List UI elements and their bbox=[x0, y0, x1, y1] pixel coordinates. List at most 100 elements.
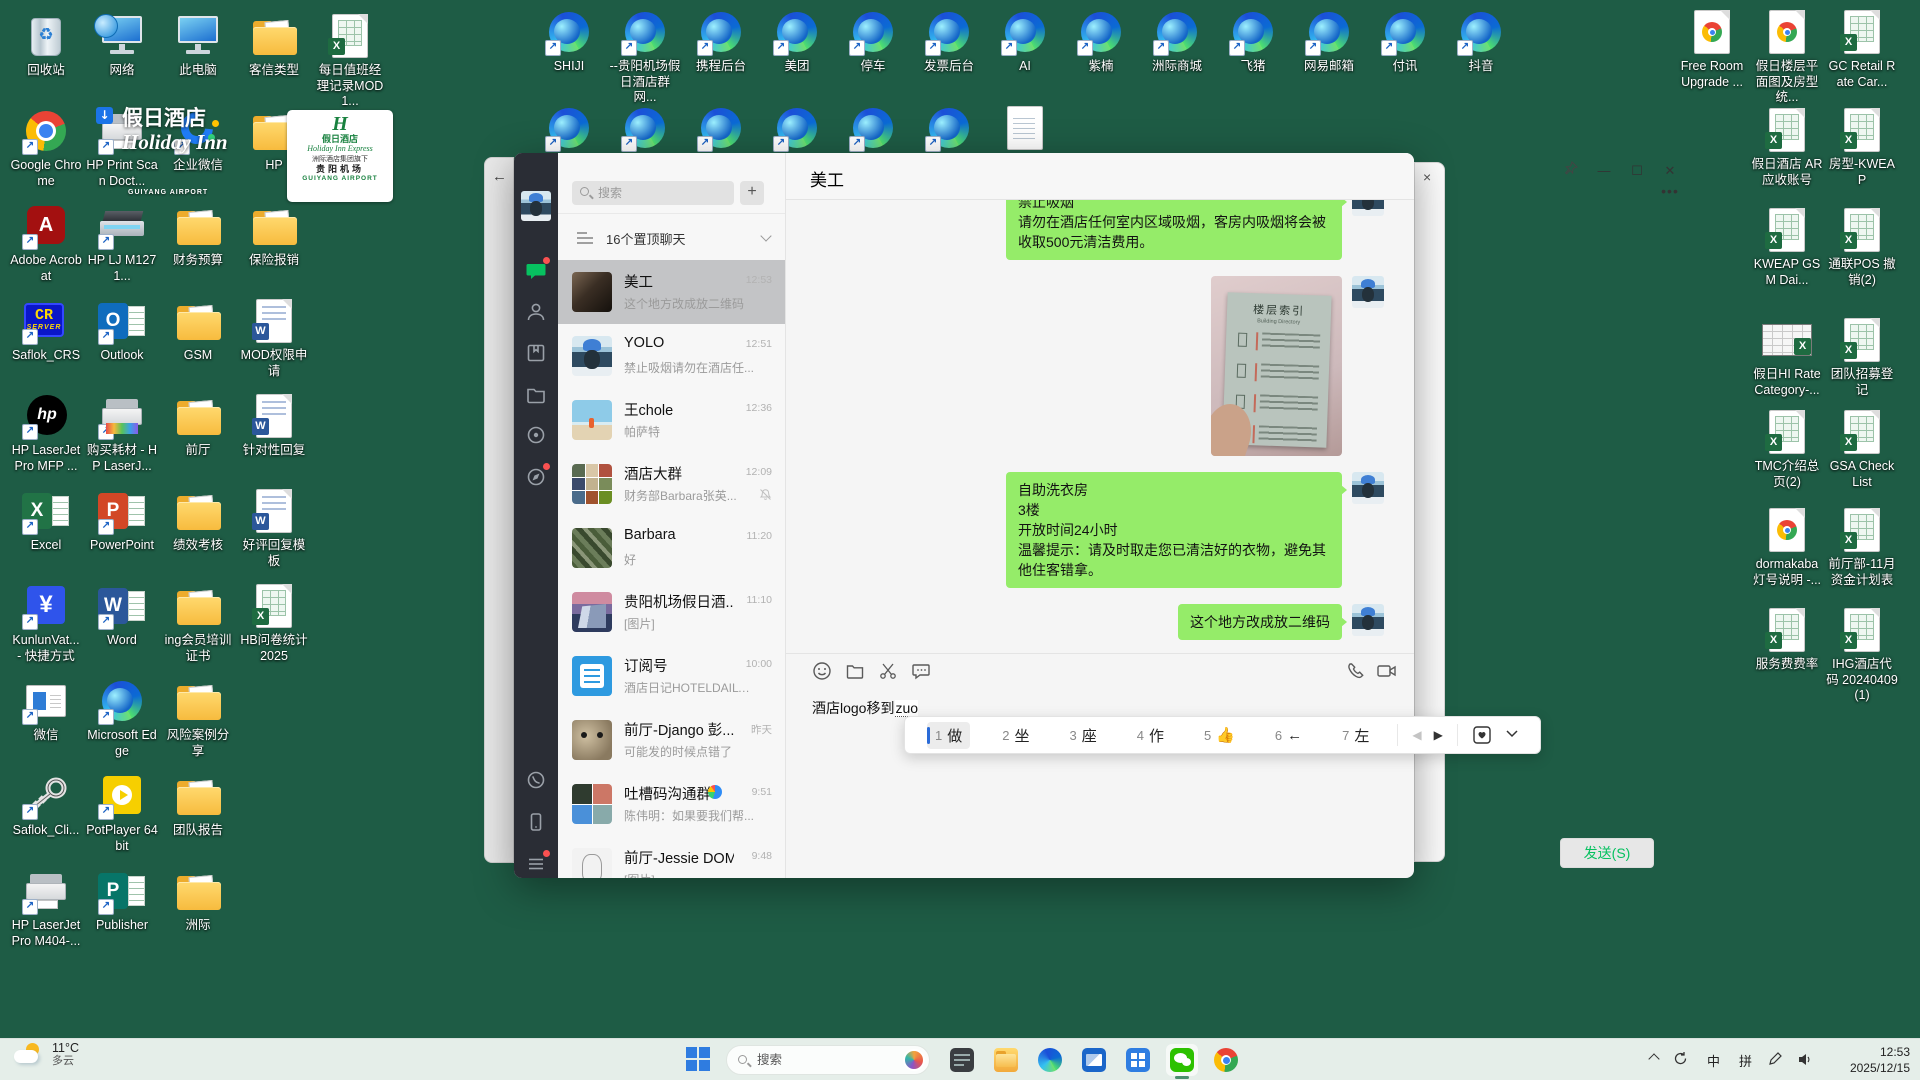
ime-candidate[interactable]: 4作 bbox=[1129, 722, 1172, 749]
desktop-icon[interactable] bbox=[837, 104, 909, 152]
avatar[interactable] bbox=[572, 464, 612, 504]
taskbar-app-mail-app[interactable] bbox=[1078, 1044, 1110, 1076]
taskbar-app-edge[interactable] bbox=[1034, 1044, 1066, 1076]
desktop-icon[interactable] bbox=[609, 104, 681, 152]
desktop-icon[interactable] bbox=[913, 104, 985, 152]
rail-moments-icon[interactable] bbox=[525, 424, 547, 446]
desktop-icon[interactable]: 网络 bbox=[86, 12, 158, 79]
video-call-icon[interactable] bbox=[1376, 661, 1398, 683]
desktop-icon[interactable] bbox=[533, 104, 605, 152]
rail-contacts-icon[interactable] bbox=[525, 301, 547, 323]
chat-list-item[interactable]: 美工12:53这个地方改成放二维码 bbox=[558, 260, 786, 324]
avatar[interactable] bbox=[1352, 200, 1384, 216]
desktop-icon[interactable]: 客信类型 bbox=[238, 12, 310, 79]
desktop-icon[interactable]: X假日酒店 AR 应收账号 bbox=[1751, 106, 1823, 188]
desktop-icon[interactable]: 停车 bbox=[837, 8, 909, 75]
desktop-icon[interactable]: 网易邮箱 bbox=[1293, 8, 1365, 75]
desktop-icon[interactable]: ♻回收站 bbox=[10, 12, 82, 79]
desktop-icon[interactable]: 美团 bbox=[761, 8, 833, 75]
taskbar-app-dark-app[interactable] bbox=[946, 1044, 978, 1076]
ime-candidate[interactable]: 6← bbox=[1267, 724, 1310, 747]
desktop-icon[interactable]: PotPlayer 64 bit bbox=[86, 772, 158, 854]
desktop-icon[interactable] bbox=[685, 104, 757, 152]
chat-list-item[interactable]: 贵阳机场假日酒...11:10[图片] bbox=[558, 580, 786, 644]
desktop-icon[interactable]: X假日HI Rate Category-... bbox=[1751, 316, 1823, 398]
start-button[interactable] bbox=[686, 1047, 712, 1073]
ime-candidate[interactable]: 7左 bbox=[1334, 722, 1377, 749]
desktop-icon[interactable]: CRSERVERSaflok_CRS bbox=[10, 297, 82, 364]
chat-list-item[interactable]: 前厅-Django 彭...昨天可能发的时候点错了 bbox=[558, 708, 786, 772]
taskbar-search-input[interactable]: 搜索 bbox=[726, 1045, 930, 1075]
emoji-icon[interactable] bbox=[812, 661, 834, 683]
ime-prev-page-icon[interactable]: ◀ bbox=[1412, 728, 1421, 742]
desktop-icon[interactable]: X前厅部-11月资金计划表 bbox=[1826, 506, 1898, 588]
chat-list-item[interactable]: 吐槽码沟通群9:51陈伟明：如果要我们帮... bbox=[558, 772, 786, 836]
desktop-icon[interactable]: ing会员培训证书 bbox=[162, 582, 234, 664]
avatar[interactable] bbox=[1352, 472, 1384, 504]
add-chat-button[interactable]: + bbox=[740, 181, 764, 205]
desktop-icon[interactable]: Google Chrome bbox=[10, 107, 82, 189]
desktop-icon[interactable]: X通联POS 撤销(2) bbox=[1826, 206, 1898, 288]
desktop-icon[interactable]: WMOD权限申请 bbox=[238, 297, 310, 379]
desktop-icon[interactable]: WWord bbox=[86, 582, 158, 649]
screenshot-scissors-icon[interactable] bbox=[878, 661, 900, 683]
rail-mobile-icon[interactable] bbox=[525, 811, 547, 833]
avatar[interactable] bbox=[1352, 604, 1384, 636]
desktop-icon[interactable]: Microsoft Edge bbox=[86, 677, 158, 759]
desktop-icon[interactable]: 绩效考核 bbox=[162, 487, 234, 554]
avatar[interactable] bbox=[572, 528, 612, 568]
desktop-icon[interactable]: 风险案例分享 bbox=[162, 677, 234, 759]
rail-files-icon[interactable] bbox=[525, 384, 547, 406]
ime-sticker-icon[interactable] bbox=[1472, 725, 1492, 745]
desktop-icon[interactable]: 财务预算 bbox=[162, 202, 234, 269]
chat-more-menu-button[interactable]: ••• bbox=[1657, 183, 1683, 203]
file-icon[interactable] bbox=[845, 661, 867, 683]
desktop-icon[interactable]: XIHG酒店代码 20240409(1) bbox=[1826, 606, 1898, 704]
rail-menu-icon[interactable] bbox=[525, 853, 547, 875]
desktop-icon[interactable] bbox=[761, 104, 833, 152]
desktop-icon[interactable]: ↓HP Print Scan Doct... bbox=[86, 107, 158, 189]
bing-daily-icon[interactable] bbox=[903, 1049, 925, 1071]
desktop-icon[interactable]: W好评回复模板 bbox=[238, 487, 310, 569]
voice-call-icon[interactable] bbox=[1346, 661, 1368, 683]
avatar[interactable] bbox=[572, 720, 612, 760]
close-button[interactable]: ✕ bbox=[1657, 159, 1683, 183]
avatar[interactable] bbox=[521, 191, 551, 221]
desktop-icon-holiday-inn-express[interactable]: H 假日酒店 Holiday Inn Express 洲际酒店集团旗下 贵阳机场… bbox=[287, 110, 393, 202]
ime-candidate[interactable]: 3座 bbox=[1062, 722, 1105, 749]
avatar[interactable] bbox=[572, 848, 612, 878]
desktop-icon[interactable]: 前厅 bbox=[162, 392, 234, 459]
rail-chat-icon[interactable] bbox=[525, 260, 547, 282]
desktop-icon[interactable]: 团队报告 bbox=[162, 772, 234, 839]
back-arrow-icon[interactable]: ← bbox=[492, 168, 507, 185]
pin-window-button[interactable] bbox=[1558, 159, 1584, 183]
message-input[interactable]: 酒店logo移到zuo bbox=[812, 698, 918, 718]
desktop-icon[interactable]: 付讯 bbox=[1369, 8, 1441, 75]
desktop-icon[interactable]: XKWEAP GSM Dai... bbox=[1751, 206, 1823, 288]
rail-channels-icon[interactable] bbox=[525, 466, 547, 488]
desktop-icon[interactable]: X房型-KWEAP bbox=[1826, 106, 1898, 188]
avatar[interactable] bbox=[572, 592, 612, 632]
chat-list-item[interactable]: 前厅-Jessie DOM9:48[图片] bbox=[558, 836, 786, 878]
close-icon[interactable]: × bbox=[1423, 169, 1431, 185]
desktop-icon[interactable]: Saflok_Cli... bbox=[10, 772, 82, 839]
avatar[interactable] bbox=[572, 656, 612, 696]
desktop-icon[interactable]: 发票后台 bbox=[913, 8, 985, 75]
volume-icon[interactable] bbox=[1797, 1052, 1812, 1070]
desktop-icon[interactable]: ¥KunlunVat... - 快捷方式 bbox=[10, 582, 82, 664]
desktop-icon[interactable]: 购买耗材 - HP LaserJ... bbox=[86, 392, 158, 474]
ime-settings-chevron-icon[interactable] bbox=[1504, 725, 1524, 745]
desktop-icon[interactable]: W针对性回复 bbox=[238, 392, 310, 459]
desktop-icon[interactable]: PPowerPoint bbox=[86, 487, 158, 554]
desktop-icon[interactable]: HP LaserJet Pro M404-... bbox=[10, 867, 82, 949]
message-image[interactable]: 楼层索引Building Directory bbox=[1211, 276, 1342, 456]
taskbar-app-chrome[interactable] bbox=[1210, 1044, 1242, 1076]
ime-candidate[interactable]: 1做 bbox=[927, 722, 970, 749]
chat-list-item[interactable]: Barbara11:20好 bbox=[558, 516, 786, 580]
desktop-icon[interactable]: 洲际 bbox=[162, 867, 234, 934]
ime-candidate[interactable]: 5👍 bbox=[1196, 723, 1243, 747]
desktop-icon[interactable]: 紫楠 bbox=[1065, 8, 1137, 75]
maximize-button[interactable]: ☐ bbox=[1624, 159, 1650, 183]
desktop-icon[interactable]: HP LJ M1271... bbox=[86, 202, 158, 284]
rail-phone-icon[interactable] bbox=[525, 769, 547, 791]
